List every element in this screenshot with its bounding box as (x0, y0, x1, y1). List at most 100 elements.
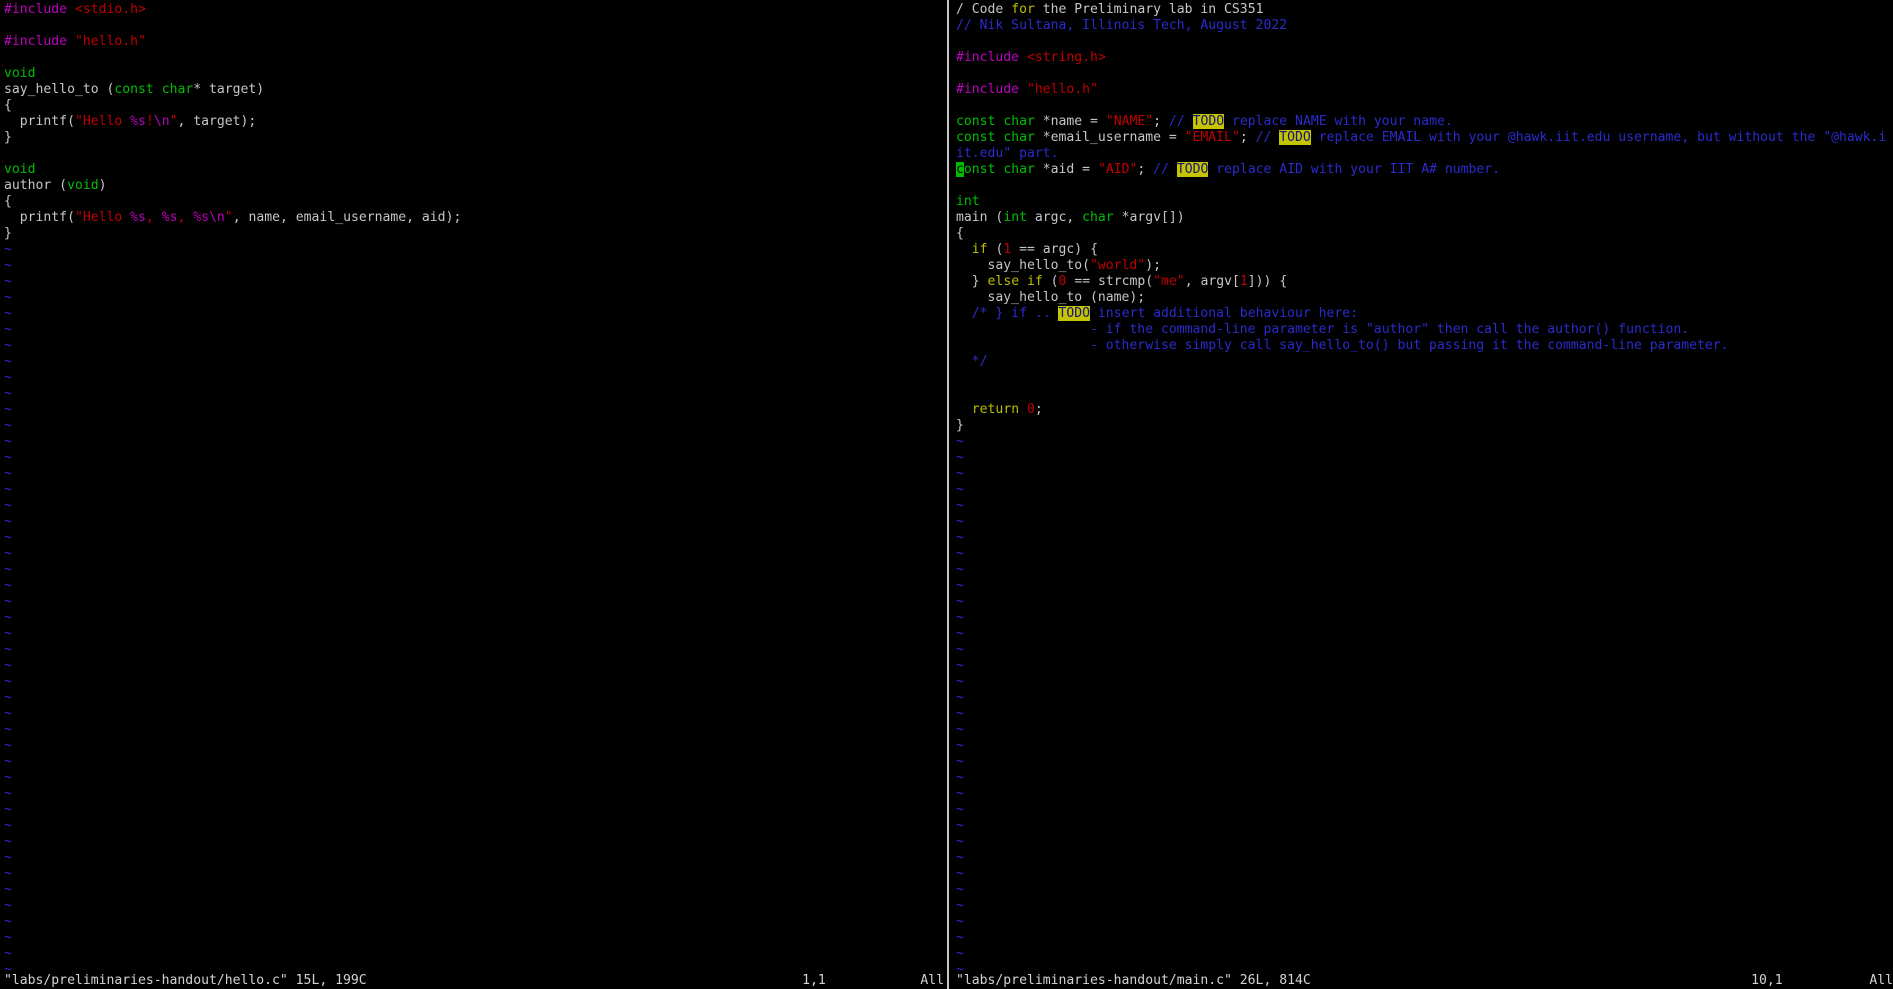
tilde-line: ~ (4, 722, 944, 738)
code-line[interactable]: } else if (0 == strcmp("me", argv[1])) { (956, 274, 1893, 290)
buffer-main-c[interactable]: / Code for the Preliminary lab in CS351/… (952, 0, 1893, 973)
syntax-token: "Hello (74, 210, 131, 225)
tilde-line: ~ (956, 658, 1893, 674)
tilde-line: ~ (4, 546, 944, 562)
syntax-token: // (1153, 162, 1177, 177)
tilde: ~ (956, 946, 964, 961)
code-line[interactable] (956, 370, 1893, 386)
code-line[interactable] (956, 98, 1893, 114)
code-line[interactable]: const char *email_username = "EMAIL"; //… (956, 130, 1893, 146)
tilde: ~ (956, 930, 964, 945)
code-line[interactable]: it.edu" part. (956, 146, 1893, 162)
syntax-token: insert additional behaviour here: (1090, 306, 1359, 321)
syntax-token: ( (987, 242, 1004, 257)
syntax-token (1019, 50, 1027, 65)
code-line[interactable]: { (4, 194, 944, 210)
tilde: ~ (4, 562, 12, 577)
tilde-line: ~ (4, 658, 944, 674)
code-line[interactable]: / Code for the Preliminary lab in CS351 (956, 2, 1893, 18)
syntax-token: "me" (1153, 274, 1185, 289)
syntax-token: { (4, 194, 12, 209)
scroll-indicator-hello-c: All (920, 973, 944, 988)
tilde: ~ (956, 962, 964, 973)
code-line[interactable]: #include "hello.h" (4, 34, 944, 50)
code-line[interactable] (956, 34, 1893, 50)
tilde: ~ (4, 466, 12, 481)
code-line[interactable]: say_hello_to (const char* target) (4, 82, 944, 98)
tilde: ~ (4, 706, 12, 721)
tilde: ~ (956, 546, 964, 561)
code-line[interactable] (4, 146, 944, 162)
tilde-line: ~ (956, 754, 1893, 770)
syntax-token (1019, 402, 1027, 417)
code-line[interactable]: } (956, 418, 1893, 434)
tilde: ~ (956, 818, 964, 833)
code-line[interactable]: main (int argc, char *argv[]) (956, 210, 1893, 226)
code-line[interactable]: */ (956, 354, 1893, 370)
tilde: ~ (4, 738, 12, 753)
code-line[interactable]: // Nik Sultana, Illinois Tech, August 20… (956, 18, 1893, 34)
tilde: ~ (956, 610, 964, 625)
code-line[interactable]: const char *name = "NAME"; // TODO repla… (956, 114, 1893, 130)
code-line[interactable] (956, 386, 1893, 402)
code-line[interactable]: } (4, 130, 944, 146)
buffer-hello-c[interactable]: #include <stdio.h> #include "hello.h" void… (0, 0, 944, 973)
tilde-line: ~ (4, 898, 944, 914)
tilde: ~ (956, 562, 964, 577)
code-line[interactable] (4, 18, 944, 34)
code-line[interactable]: /* } if .. TODO insert additional behavi… (956, 306, 1893, 322)
tilde: ~ (4, 914, 12, 929)
tilde: ~ (4, 354, 12, 369)
tilde-line: ~ (4, 258, 944, 274)
tilde-line: ~ (4, 370, 944, 386)
code-line[interactable] (4, 50, 944, 66)
code-line[interactable]: void (4, 66, 944, 82)
syntax-token: printf( (4, 210, 75, 225)
code-line[interactable]: } (4, 226, 944, 242)
tilde-line: ~ (956, 642, 1893, 658)
code-line[interactable]: const char *aid = "AID"; // TODO replace… (956, 162, 1893, 178)
syntax-token: / Code (956, 2, 1012, 17)
syntax-token: if (1026, 274, 1043, 289)
syntax-token: // (1255, 130, 1280, 145)
tilde: ~ (4, 418, 12, 433)
code-line[interactable]: return 0; (956, 402, 1893, 418)
tilde: ~ (956, 802, 964, 817)
code-line[interactable]: printf("Hello %s, %s, %s\n", name, email… (4, 210, 944, 226)
todo-highlight: TODO (1058, 306, 1091, 321)
syntax-token: %s (130, 114, 146, 129)
tilde: ~ (956, 514, 964, 529)
syntax-token: "NAME" (1105, 114, 1154, 129)
tilde-line: ~ (4, 866, 944, 882)
code-line[interactable]: #include <string.h> (956, 50, 1893, 66)
code-line[interactable]: { (4, 98, 944, 114)
code-line[interactable]: if (1 == argc) { (956, 242, 1893, 258)
code-line[interactable]: printf("Hello %s!\n", target); (4, 114, 944, 130)
code-line[interactable] (956, 178, 1893, 194)
code-line[interactable]: #include <stdio.h> (4, 2, 944, 18)
code-line[interactable]: { (956, 226, 1893, 242)
syntax-token: return (971, 402, 1020, 417)
syntax-token: * target) (193, 82, 265, 97)
tilde: ~ (4, 818, 12, 833)
syntax-token: const (956, 114, 996, 129)
syntax-token (154, 82, 162, 97)
code-line[interactable]: - otherwise simply call say_hello_to() b… (956, 338, 1893, 354)
code-line[interactable] (956, 66, 1893, 82)
statusline-hello-c: "labs/preliminaries-handout/hello.c" 15L… (0, 973, 944, 989)
code-line[interactable]: - if the command-line parameter is "auth… (956, 322, 1893, 338)
code-line[interactable]: say_hello_to("world"); (956, 258, 1893, 274)
window-separator[interactable] (947, 0, 949, 989)
syntax-token: ) (98, 178, 107, 193)
code-line[interactable]: #include "hello.h" (956, 82, 1893, 98)
tilde: ~ (4, 882, 12, 897)
code-line[interactable]: author (void) (4, 178, 944, 194)
code-line[interactable]: void (4, 162, 944, 178)
syntax-token: 1 (1239, 274, 1248, 289)
syntax-token: argc, (1026, 210, 1083, 225)
tilde: ~ (4, 610, 12, 625)
syntax-token: void (4, 66, 36, 81)
code-line[interactable]: say_hello_to (name); (956, 290, 1893, 306)
syntax-token: , name, email_username, aid); (232, 210, 462, 225)
code-line[interactable]: int (956, 194, 1893, 210)
